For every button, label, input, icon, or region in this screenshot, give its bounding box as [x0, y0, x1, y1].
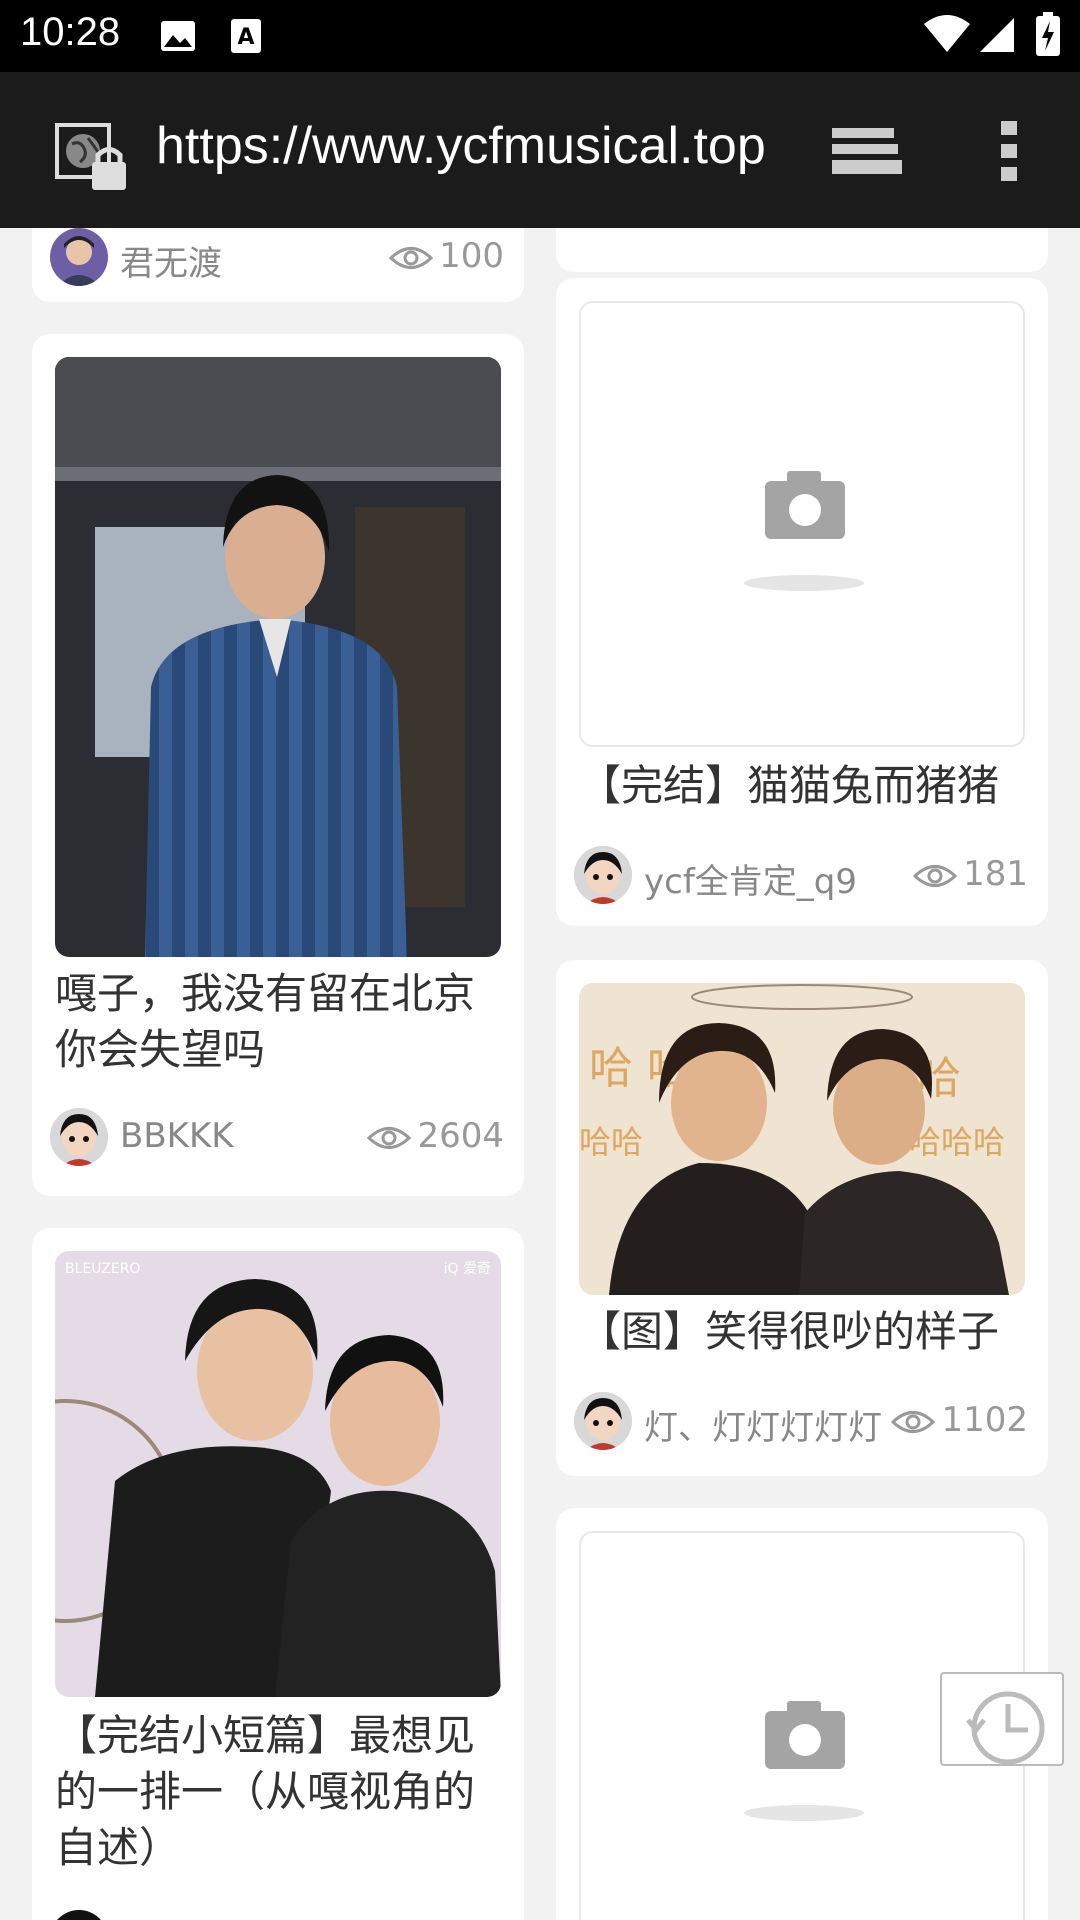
- post-feed: 君无渡 100 嘎子，我没有留在北京你会失望吗 BBKKK 2604 BLEUZ…: [0, 228, 1080, 1920]
- post-card[interactable]: BLEUZERO iQ 爱奇 【完结小短篇】最想见的一排一（从嘎视角的自述）: [32, 1228, 524, 1920]
- post-title[interactable]: 【完结】猫猫兔而猪猪: [579, 758, 1029, 818]
- clock-history-icon: [966, 1691, 1045, 1765]
- post-image[interactable]: 哈 哈 哈 哈 哈 哈哈 哈哈哈: [579, 983, 1025, 1295]
- image-watermark-left: BLEUZERO: [65, 1261, 140, 1277]
- view-count: 181: [912, 854, 1028, 894]
- eye-icon: [388, 246, 434, 269]
- view-count-value: 181: [963, 854, 1028, 894]
- status-bar: 10:28 A: [0, 0, 1080, 72]
- camera-icon: [744, 471, 864, 591]
- eye-icon: [912, 864, 958, 887]
- post-card[interactable]: 哈 哈 哈 哈 哈 哈哈 哈哈哈 【图】笑得很吵的样子 灯、灯灯灯灯灯 1102: [556, 960, 1048, 1476]
- author-name[interactable]: BBKKK: [120, 1116, 234, 1156]
- avatar[interactable]: [50, 228, 108, 286]
- author-name[interactable]: 灯、灯灯灯灯灯: [644, 1400, 882, 1449]
- image-watermark-right: iQ 爱奇: [444, 1260, 491, 1277]
- view-count-value: 1102: [941, 1400, 1028, 1440]
- eye-icon: [891, 1410, 936, 1433]
- status-time: 10:28: [20, 10, 121, 54]
- avatar[interactable]: [574, 846, 632, 904]
- avatar[interactable]: [574, 1392, 632, 1450]
- post-card[interactable]: [556, 228, 1048, 272]
- post-title[interactable]: 【完结小短篇】最想见的一排一（从嘎视角的自述）: [55, 1708, 505, 1878]
- post-image[interactable]: [55, 357, 501, 957]
- wifi-icon: [924, 14, 970, 58]
- gallery-notification-icon: [158, 16, 198, 60]
- post-image[interactable]: BLEUZERO iQ 爱奇: [55, 1251, 501, 1697]
- url-field[interactable]: https://www.ycfmusical.top: [156, 116, 768, 176]
- post-title[interactable]: 【图】笑得很吵的样子: [579, 1304, 1029, 1364]
- post-meta: ycf全肯定_q9 181: [574, 846, 1028, 906]
- svg-text:A: A: [237, 25, 254, 50]
- tabs-icon[interactable]: [828, 122, 902, 184]
- view-count: 2604: [367, 1116, 504, 1156]
- overflow-menu-icon[interactable]: [998, 118, 1020, 188]
- svg-text:哈哈哈: 哈哈哈: [909, 1123, 1005, 1161]
- view-count: 1102: [891, 1400, 1028, 1440]
- eye-icon: [367, 1126, 412, 1149]
- browser-toolbar: https://www.ycfmusical.top: [0, 72, 1080, 228]
- post-title[interactable]: 嘎子，我没有留在北京你会失望吗: [55, 966, 505, 1078]
- view-count: 100: [388, 236, 504, 276]
- svg-text:哈哈: 哈哈: [579, 1123, 643, 1161]
- text-notification-icon: A: [228, 16, 264, 60]
- author-name[interactable]: ycf全肯定_q9: [644, 854, 857, 903]
- post-meta: 君无渡 100: [50, 228, 504, 288]
- signal-icon: [980, 16, 1016, 58]
- view-count-value: 100: [439, 236, 504, 276]
- view-count-value: 2604: [417, 1116, 504, 1156]
- post-card[interactable]: 【完结】猫猫兔而猪猪 ycf全肯定_q9 181: [556, 278, 1048, 926]
- post-meta: 灯、灯灯灯灯灯 1102: [574, 1392, 1028, 1452]
- battery-charging-icon: [1034, 12, 1062, 62]
- site-security-icon[interactable]: [54, 122, 134, 196]
- author-name[interactable]: 君无渡: [120, 236, 222, 285]
- post-card[interactable]: 嘎子，我没有留在北京你会失望吗 BBKKK 2604: [32, 334, 524, 1196]
- post-card[interactable]: 君无渡 100: [32, 228, 524, 302]
- history-button[interactable]: [940, 1672, 1064, 1766]
- avatar[interactable]: [50, 1108, 108, 1166]
- post-meta: BBKKK 2604: [50, 1108, 504, 1168]
- image-placeholder[interactable]: [579, 301, 1025, 747]
- avatar[interactable]: [50, 1910, 108, 1920]
